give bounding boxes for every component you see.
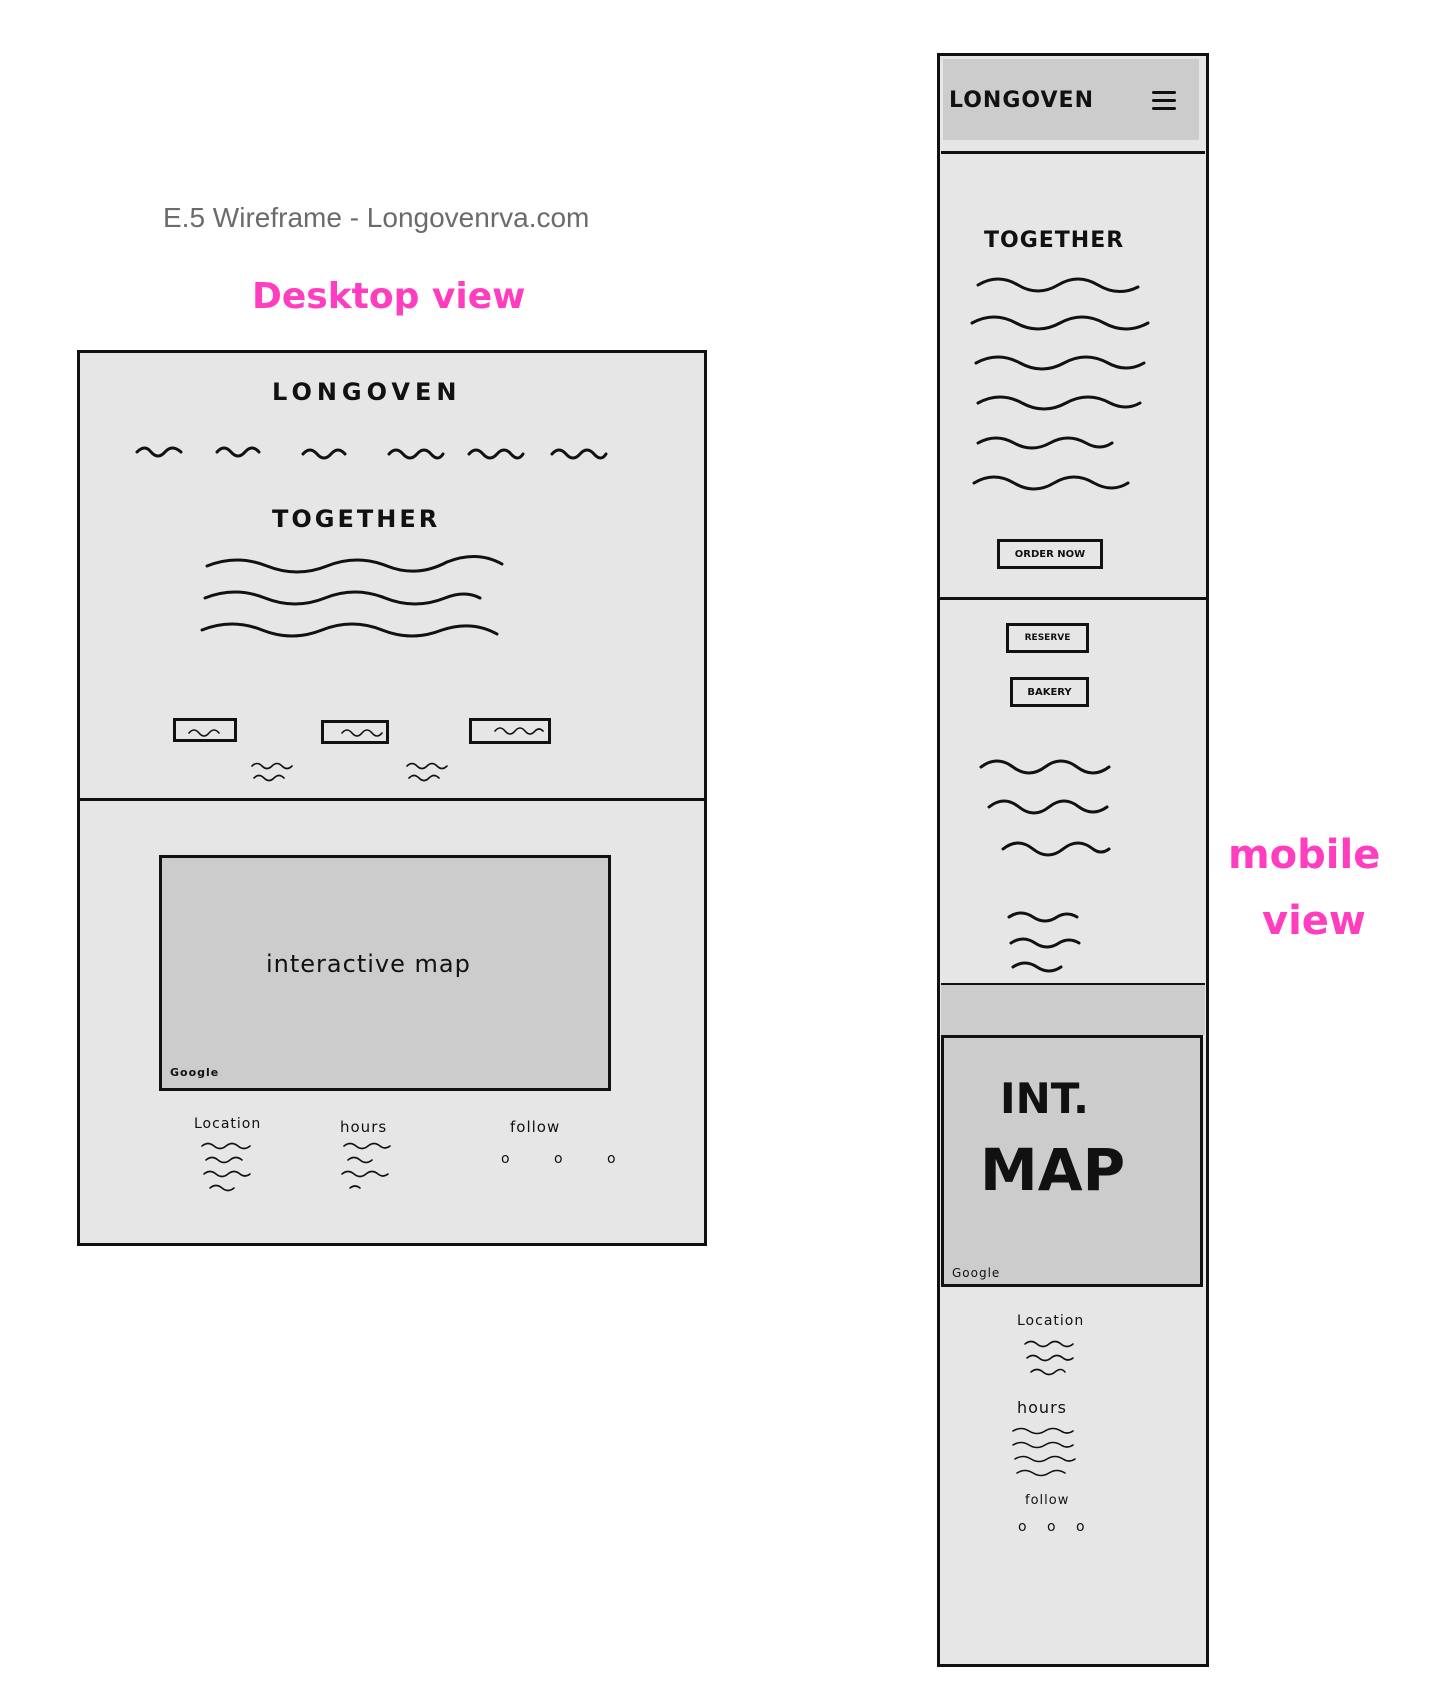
mobile-map-attribution: Google — [952, 1266, 1001, 1280]
mobile-map-label-map: MAP — [980, 1136, 1126, 1204]
desktop-map-label: interactive map — [266, 950, 471, 978]
desktop-hero-text — [200, 555, 504, 638]
mobile-map-label-int: INT. — [1000, 1074, 1090, 1123]
desktop-footer-details — [201, 1142, 391, 1192]
mobile-footer-location-heading: Location — [1017, 1313, 1085, 1329]
mobile-footer-follow-heading: follow — [1025, 1493, 1070, 1508]
mobile-view-label-line1: mobile — [1228, 832, 1381, 878]
hamburger-icon[interactable] — [1152, 86, 1176, 115]
desktop-wireframe: LONGOVEN TOGETHER interactive map Google… — [77, 350, 707, 1246]
mobile-map-header-band — [941, 983, 1205, 1035]
mobile-footer-hours-heading: hours — [1017, 1398, 1067, 1417]
mobile-hero-text — [970, 277, 1150, 491]
mobile-wireframe: LONGOVEN TOGETHER ORDER NOW RESERVE BAKE… — [937, 53, 1209, 1667]
desktop-footer-follow-heading: follow — [510, 1118, 561, 1136]
desktop-interactive-map[interactable]: interactive map Google — [159, 855, 611, 1091]
desktop-view-label: Desktop view — [252, 276, 526, 317]
desktop-cta-button-labels — [188, 727, 544, 737]
desktop-brand-logo: LONGOVEN — [272, 378, 462, 406]
mobile-section-text — [979, 759, 1111, 997]
mobile-order-now-button[interactable]: ORDER NOW — [997, 539, 1103, 569]
mobile-section-divider — [937, 597, 1209, 600]
mobile-reserve-button[interactable]: RESERVE — [1006, 623, 1089, 653]
mobile-footer-location-details — [1024, 1340, 1074, 1376]
desktop-nav-links — [135, 446, 608, 460]
wireframe-caption: E.5 Wireframe - Longovenrva.com — [163, 202, 590, 233]
mobile-headline: TOGETHER — [984, 228, 1125, 253]
desktop-map-attribution: Google — [170, 1066, 220, 1079]
mobile-brand-logo: LONGOVEN — [949, 88, 1094, 113]
desktop-button-captions — [251, 762, 448, 782]
mobile-social-icons[interactable]: o o o — [1018, 1519, 1093, 1535]
desktop-social-icons[interactable]: o o o — [501, 1151, 636, 1167]
desktop-footer-location-heading: Location — [194, 1116, 262, 1132]
mobile-footer-hours-details — [1012, 1427, 1076, 1477]
mobile-interactive-map[interactable]: INT. MAP Google — [941, 1035, 1203, 1287]
mobile-header-divider — [941, 151, 1205, 154]
mobile-view-label-line2: view — [1262, 898, 1366, 944]
desktop-footer-hours-heading: hours — [340, 1118, 388, 1136]
mobile-bakery-button[interactable]: BAKERY — [1010, 677, 1089, 707]
desktop-headline: TOGETHER — [272, 505, 441, 533]
